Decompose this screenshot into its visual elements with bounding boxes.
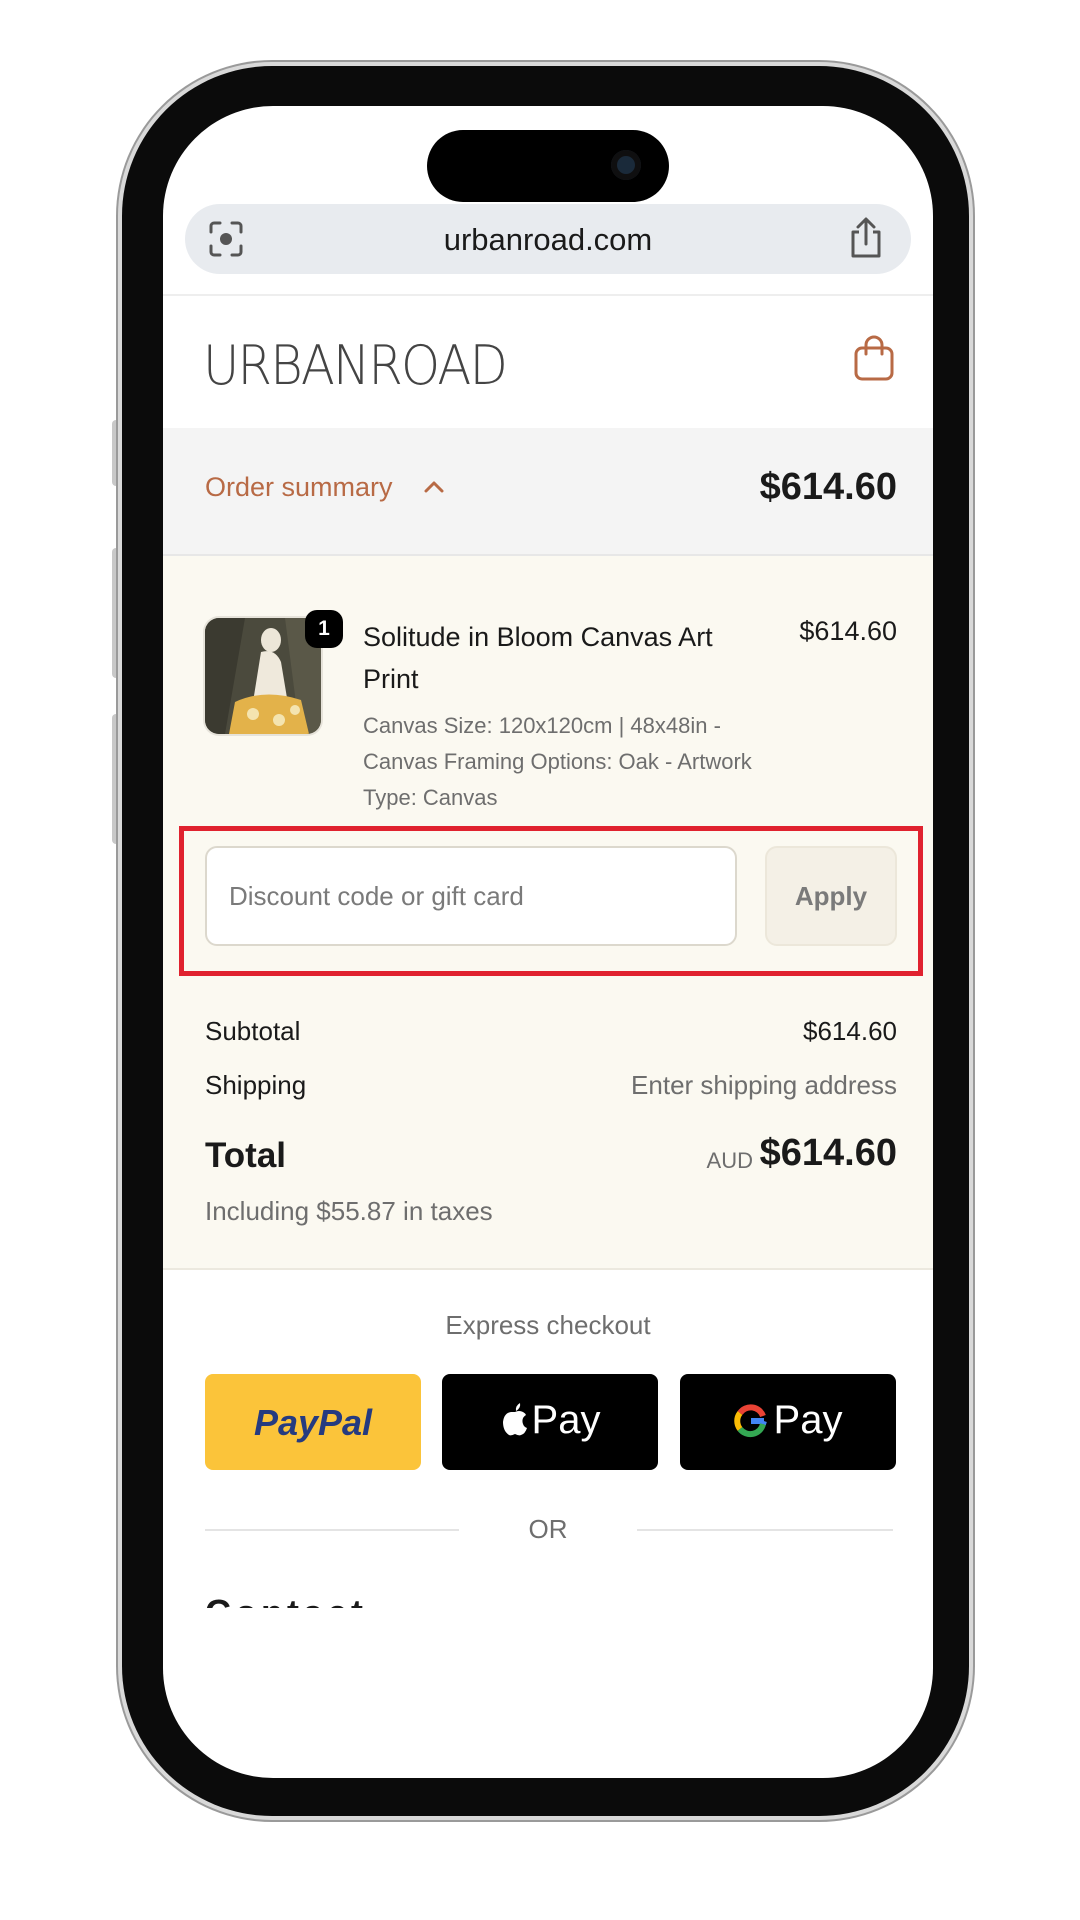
subtotal-row: Subtotal $614.60 bbox=[205, 1016, 897, 1047]
quantity-badge: 1 bbox=[305, 610, 343, 648]
apple-icon bbox=[502, 1403, 527, 1436]
or-divider-right bbox=[637, 1529, 893, 1531]
volume-down-button bbox=[112, 714, 122, 844]
google-pay-label: Pay bbox=[773, 1398, 843, 1442]
chevron-up-icon[interactable] bbox=[423, 480, 445, 494]
product-name: Solitude in Bloom Canvas Art Print bbox=[363, 622, 713, 694]
order-summary-label[interactable]: Order summary bbox=[205, 472, 393, 503]
url-text[interactable]: urbanroad.com bbox=[185, 222, 911, 258]
apple-pay-label: Pay bbox=[531, 1398, 601, 1442]
order-summary-toggle[interactable]: Order summary $614.60 bbox=[163, 428, 933, 556]
volume-up-button bbox=[112, 548, 122, 678]
highlight-box bbox=[179, 826, 923, 976]
paypal-logo: PayPal bbox=[253, 1402, 373, 1443]
apple-pay-button[interactable]: Pay bbox=[442, 1374, 658, 1470]
artwork-image bbox=[205, 618, 321, 734]
shipping-row: Shipping Enter shipping address bbox=[205, 1070, 897, 1101]
order-summary-panel: 1 Solitude in Bloom Canvas Art Print $61… bbox=[163, 556, 933, 1270]
order-summary-total: $614.60 bbox=[759, 466, 897, 508]
front-camera bbox=[611, 150, 641, 180]
google-pay-button[interactable]: Pay bbox=[680, 1374, 896, 1470]
share-icon[interactable] bbox=[847, 216, 885, 260]
action-button bbox=[112, 420, 122, 486]
subtotal-label: Subtotal bbox=[205, 1016, 301, 1046]
google-g-icon bbox=[733, 1404, 767, 1438]
shipping-label: Shipping bbox=[205, 1070, 307, 1100]
urbanroad-logo[interactable]: URBANROAD bbox=[203, 334, 508, 397]
product-variant: Canvas Size: 120x120cm | 48x48in - Canva… bbox=[363, 713, 752, 810]
paypal-button[interactable]: PayPal bbox=[205, 1374, 421, 1470]
address-bar[interactable]: urbanroad.com bbox=[185, 204, 911, 274]
express-checkout-title: Express checkout bbox=[445, 1310, 651, 1340]
site-header: URBANROAD bbox=[163, 294, 933, 430]
product-thumbnail bbox=[205, 618, 321, 734]
currency-code: AUD bbox=[706, 1148, 753, 1173]
subtotal-value: $614.60 bbox=[803, 1016, 897, 1046]
contact-heading-partial: Contact bbox=[205, 1594, 365, 1608]
dynamic-island bbox=[427, 130, 669, 202]
tax-note: Including $55.87 in taxes bbox=[205, 1196, 493, 1226]
product-price: $614.60 bbox=[799, 616, 897, 646]
total-label: Total bbox=[205, 1136, 287, 1175]
shipping-value: Enter shipping address bbox=[631, 1070, 897, 1100]
shopping-bag-icon[interactable] bbox=[853, 334, 895, 382]
total-value: $614.60 bbox=[759, 1132, 897, 1174]
phone-screen: urbanroad.com URBANROAD Order summary $6… bbox=[163, 106, 933, 1778]
